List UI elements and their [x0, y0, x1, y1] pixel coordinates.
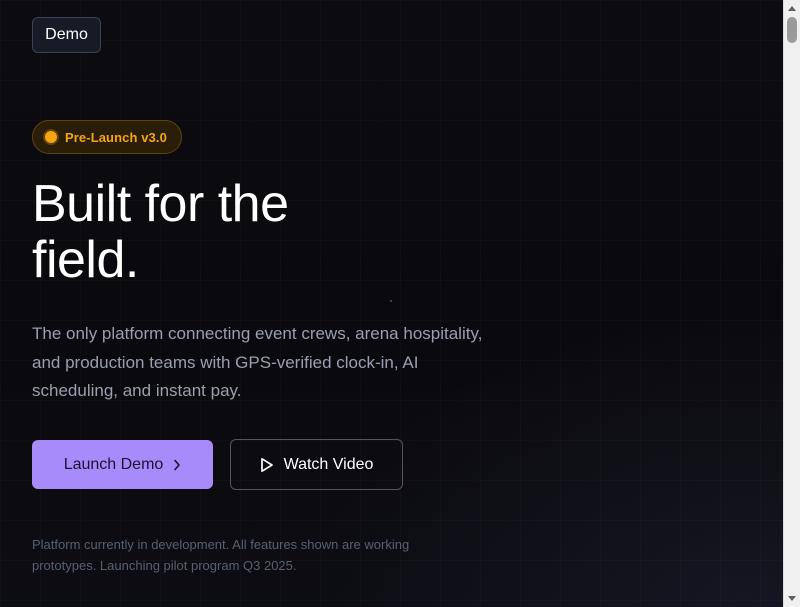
scroll-down-arrow-icon[interactable]	[788, 596, 796, 601]
hero-headline: Built for the field.	[32, 176, 289, 288]
hero-subtext: The only platform connecting event crews…	[32, 324, 483, 400]
watch-video-button[interactable]: Watch Video	[230, 439, 403, 490]
headline-line-1: Built for the	[32, 175, 289, 233]
demo-button[interactable]: Demo	[32, 17, 101, 53]
vertical-scrollbar[interactable]	[783, 0, 800, 607]
scrollbar-thumb[interactable]	[787, 17, 797, 43]
status-dot-icon	[45, 131, 57, 143]
chevron-right-icon	[174, 459, 181, 470]
badge-label: Pre-Launch v3.0	[65, 129, 167, 145]
play-icon	[260, 457, 273, 472]
development-disclaimer: Platform currently in development. All f…	[32, 537, 410, 573]
headline-line-2: field.	[32, 231, 139, 289]
launch-demo-label: Launch Demo	[63, 455, 164, 473]
page-viewport: Demo Pre-Launch v3.0 Built for the field…	[0, 0, 783, 607]
launch-demo-button[interactable]: Launch Demo	[32, 440, 213, 489]
pre-launch-badge: Pre-Launch v3.0	[32, 120, 182, 154]
decorative-dot	[390, 300, 392, 302]
watch-video-label: Watch Video	[283, 455, 374, 473]
scroll-up-arrow-icon[interactable]	[788, 6, 796, 11]
background-grid	[0, 0, 783, 607]
